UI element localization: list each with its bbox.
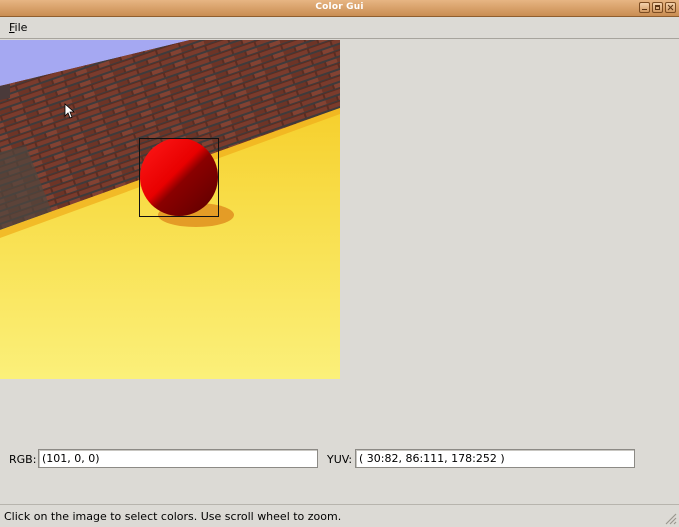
yuv-field[interactable]: ( 30:82, 86:111, 178:252 )	[355, 449, 635, 468]
status-message: Click on the image to select colors. Use…	[4, 510, 342, 523]
file-menu-label: ile	[14, 21, 28, 34]
close-icon[interactable]	[665, 2, 676, 13]
menu-bar: File	[0, 17, 679, 39]
resize-grip-icon[interactable]	[663, 511, 677, 525]
title-bar[interactable]: Color Gui	[0, 0, 679, 17]
yuv-label: YUV:	[327, 453, 353, 466]
status-bar: Click on the image to select colors. Use…	[0, 504, 679, 527]
window-title: Color Gui	[315, 2, 364, 12]
rgb-field[interactable]: (101, 0, 0)	[38, 449, 318, 468]
minimize-icon[interactable]	[639, 2, 650, 13]
maximize-icon[interactable]	[652, 2, 663, 13]
camera-image[interactable]	[0, 40, 340, 379]
red-ball	[140, 138, 218, 216]
file-menu[interactable]: File	[9, 21, 27, 34]
camera-scene	[0, 40, 340, 379]
rgb-label: RGB:	[9, 453, 37, 466]
window-controls	[639, 2, 676, 13]
